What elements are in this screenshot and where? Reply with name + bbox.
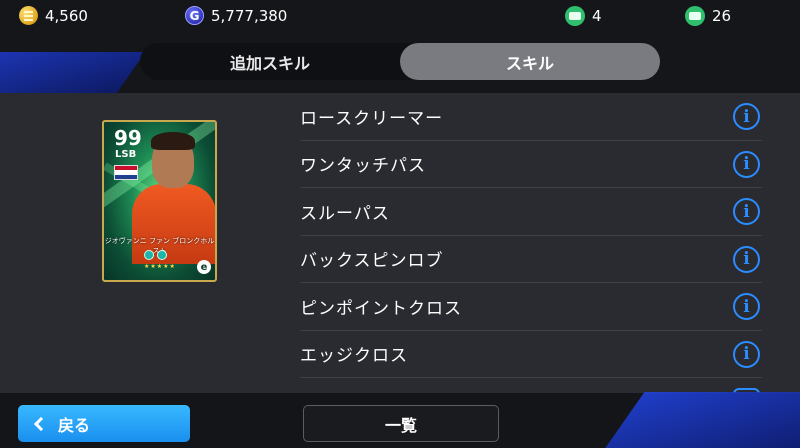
info-icon[interactable]: i: [733, 198, 760, 225]
player-card[interactable]: 99 LSB ジオヴァンニ ファン ブロンクホルスト ★★★★★ e: [102, 120, 217, 282]
skill-label: ロースクリーマー: [300, 108, 444, 129]
info-icon[interactable]: i: [733, 340, 760, 368]
chevron-left-icon: [33, 416, 49, 431]
ticket-a-display[interactable]: 4: [565, 6, 602, 26]
info-icon[interactable]: i: [733, 293, 760, 320]
skill-label: バックスピンロブ: [300, 251, 444, 272]
ticket-b-display[interactable]: 26: [685, 6, 731, 26]
coins-amount: 4,560: [45, 6, 88, 25]
efootball-logo-icon: e: [197, 260, 211, 274]
back-button[interactable]: 戻る: [18, 405, 190, 442]
skill-item[interactable]: エッジクロス i: [300, 331, 762, 378]
skill-label: ワンタッチパス: [300, 156, 426, 177]
skills-screen: 4,560 G 5,777,380 4 26 追加スキル スキル 99 LSB: [0, 0, 800, 448]
netherlands-flag-icon: [114, 165, 138, 180]
skill-item[interactable]: ロースクリーマー i: [300, 93, 762, 141]
card-stars: ★★★★★: [144, 263, 176, 270]
skill-label: スルーパス: [300, 203, 390, 224]
list-button-label: 一覧: [384, 415, 417, 435]
ticket-icon: [685, 6, 705, 26]
back-button-label: 戻る: [58, 415, 91, 435]
ticket-icon: [565, 6, 585, 26]
list-button[interactable]: 一覧: [303, 405, 499, 442]
gp-display[interactable]: G 5,777,380: [185, 6, 287, 25]
coins-display[interactable]: 4,560: [19, 6, 88, 25]
ticket-a-amount: 4: [592, 7, 602, 25]
skill-label: ピンポイントクロス: [300, 298, 462, 319]
gp-amount: 5,777,380: [211, 6, 288, 25]
gp-icon: G: [185, 6, 204, 25]
skill-label: エッジクロス: [300, 346, 408, 367]
info-icon[interactable]: i: [733, 245, 760, 273]
currency-bar: 4,560 G 5,777,380 4 26: [0, 0, 800, 32]
skill-item[interactable]: バックスピンロブ i: [300, 236, 762, 283]
info-icon[interactable]: i: [733, 103, 760, 130]
tab-skills[interactable]: スキル: [400, 43, 660, 80]
skill-item[interactable]: ピンポイントクロス i: [300, 283, 762, 331]
player-position: LSB: [115, 149, 137, 160]
coin-icon: [19, 6, 38, 25]
skill-tabs: 追加スキル スキル: [140, 43, 660, 80]
ticket-b-amount: 26: [712, 7, 732, 25]
player-rating: 99: [114, 126, 142, 150]
tab-additional-skills[interactable]: 追加スキル: [140, 43, 400, 80]
skill-list: ロースクリーマー i ワンタッチパス i スルーパス i バックスピンロブ i …: [300, 93, 762, 378]
info-icon[interactable]: i: [733, 150, 760, 178]
decorative-stripe: [0, 52, 146, 96]
skill-item[interactable]: ワンタッチパス i: [300, 141, 762, 188]
card-badges: [144, 250, 167, 260]
skill-item[interactable]: スルーパス i: [300, 188, 762, 236]
